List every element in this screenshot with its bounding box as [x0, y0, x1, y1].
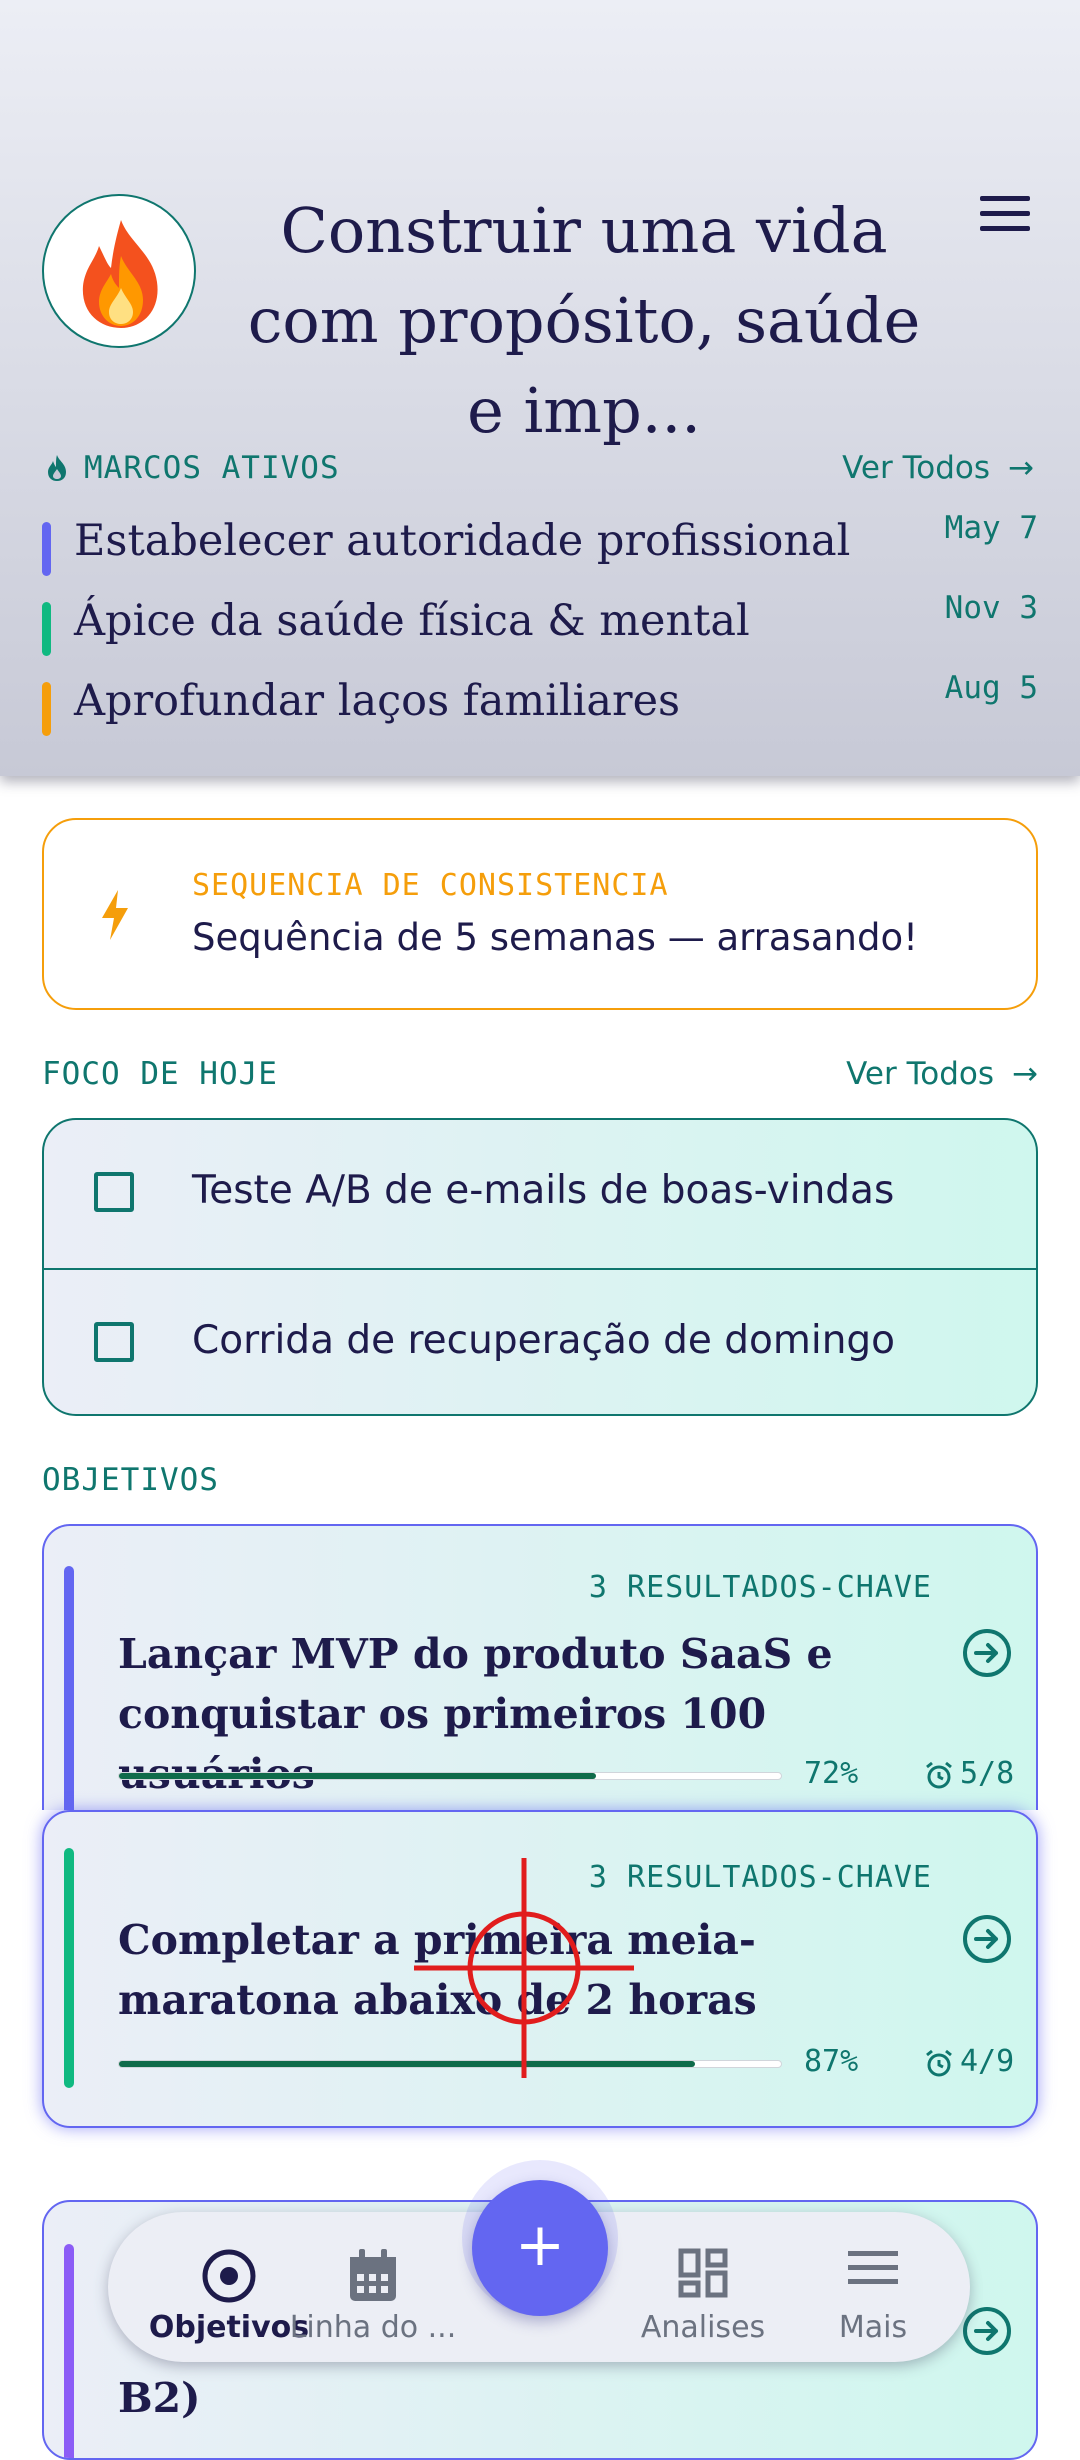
nav-mais[interactable]: Mais	[788, 2230, 958, 2350]
milestone-color-bar	[42, 522, 51, 576]
see-all-label: Ver Todos	[842, 450, 991, 486]
streak-label: SEQUENCIA DE CONSISTENCIA	[192, 868, 669, 903]
key-results-count: 3 RESULTADOS-CHAVE	[588, 1860, 932, 1895]
progress-percent: 87%	[804, 2044, 859, 2079]
alarm-clock-icon	[924, 1760, 954, 1794]
fire-icon	[82, 220, 158, 328]
nav-analises[interactable]: Analises	[618, 2230, 788, 2350]
goal-title: Construir uma vida com propósito, saúde …	[247, 194, 921, 447]
objective-color-bar	[64, 1848, 74, 2088]
milestone-date: May 7	[944, 510, 1038, 546]
milestone-date: Nov 3	[944, 590, 1038, 626]
milestone-item[interactable]: Ápice da saúde física & mental Nov 3	[42, 590, 1038, 656]
goal-avatar[interactable]	[42, 194, 196, 348]
flame-small-icon	[46, 454, 68, 486]
objective-card[interactable]: 3 RESULTADOS-CHAVE Lançar MVP do produto…	[42, 1524, 1038, 1810]
nav-label: Linha do ...	[289, 2310, 457, 2345]
dashboard-icon	[678, 2248, 728, 2302]
arrow-right-icon: →	[1008, 450, 1034, 486]
milestone-name: Aprofundar laços familiares	[74, 676, 681, 726]
milestone-name: Estabelecer autoridade profissional	[74, 516, 851, 566]
task-title: Teste A/B de e-mails de boas-vindas	[192, 1168, 895, 1213]
hamburger-menu-icon[interactable]	[980, 196, 1030, 236]
nav-linha-do-tempo[interactable]: Linha do ...	[288, 2230, 458, 2350]
arrow-right-icon: →	[1012, 1056, 1038, 1092]
task-count: 5/8	[960, 1756, 1015, 1791]
calendar-icon	[347, 2248, 399, 2308]
milestones-see-all-link[interactable]: Ver Todos →	[842, 450, 1034, 486]
crosshair-overlay	[414, 1858, 634, 2082]
menu-icon	[848, 2248, 898, 2292]
task-count: 4/9	[960, 2044, 1015, 2079]
nav-label: Mais	[838, 2310, 908, 2345]
objective-color-bar	[64, 1566, 74, 1810]
task-checkbox[interactable]	[94, 1172, 134, 1212]
milestone-item[interactable]: Aprofundar laços familiares Aug 5	[42, 670, 1038, 736]
progress-fill	[119, 1773, 596, 1779]
nav-label: Analises	[640, 2310, 766, 2345]
milestone-item[interactable]: Estabelecer autoridade profissional May …	[42, 510, 1038, 576]
add-button[interactable]: +	[472, 2180, 608, 2316]
header: Construir uma vida com propósito, saúde …	[0, 0, 1080, 776]
lightning-icon	[100, 890, 130, 944]
streak-text: Sequência de 5 semanas — arrasando!	[192, 916, 918, 959]
progress-bar	[118, 1772, 782, 1780]
milestone-color-bar	[42, 682, 51, 736]
focus-card: Teste A/B de e-mails de boas-vindas Corr…	[42, 1118, 1038, 1416]
key-results-count: 3 RESULTADOS-CHAVE	[588, 1570, 932, 1605]
see-all-label: Ver Todos	[846, 1056, 995, 1092]
streak-card[interactable]: SEQUENCIA DE CONSISTENCIA Sequência de 5…	[42, 818, 1038, 1010]
objectives-label: OBJETIVOS	[42, 1462, 219, 1498]
arrow-circle-right-icon[interactable]	[962, 1628, 1012, 1678]
arrow-circle-right-icon[interactable]	[962, 1914, 1012, 1964]
objective-title: B2)	[118, 2374, 201, 2422]
focus-see-all-link[interactable]: Ver Todos →	[846, 1056, 1038, 1092]
task-checkbox[interactable]	[94, 1322, 134, 1362]
progress-percent: 72%	[804, 1756, 859, 1791]
focus-label: FOCO DE HOJE	[42, 1056, 278, 1092]
objective-color-bar	[64, 2244, 74, 2458]
milestone-date: Aug 5	[944, 670, 1038, 706]
arrow-circle-right-icon[interactable]	[962, 2306, 1012, 2356]
focus-task[interactable]: Teste A/B de e-mails de boas-vindas	[44, 1120, 1036, 1268]
milestone-color-bar	[42, 602, 51, 656]
alarm-clock-icon	[924, 2048, 954, 2082]
milestones-label: MARCOS ATIVOS	[84, 450, 340, 486]
target-icon	[201, 2248, 257, 2308]
focus-task[interactable]: Corrida de recuperação de domingo	[44, 1270, 1036, 1414]
task-title: Corrida de recuperação de domingo	[192, 1318, 896, 1363]
milestone-name: Ápice da saúde física & mental	[74, 596, 750, 646]
